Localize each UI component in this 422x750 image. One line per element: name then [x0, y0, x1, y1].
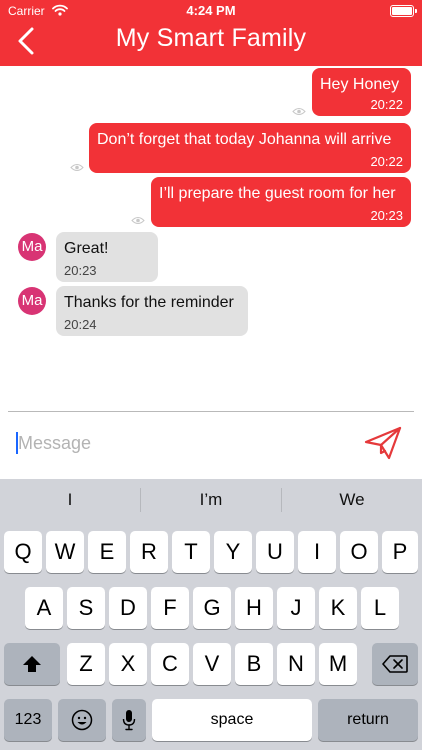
delete-key[interactable] — [372, 643, 418, 685]
avatar[interactable]: Ma — [18, 287, 46, 315]
predictive-bar: I I’m We — [0, 479, 422, 521]
key-h[interactable]: H — [235, 587, 273, 629]
message-text: Great! — [64, 240, 109, 257]
key-n[interactable]: N — [277, 643, 315, 685]
key-d[interactable]: D — [109, 587, 147, 629]
paper-plane-icon — [364, 426, 402, 460]
seen-eye-icon — [292, 108, 306, 115]
key-k[interactable]: K — [319, 587, 357, 629]
key-i[interactable]: I — [298, 531, 336, 573]
page-title: My Smart Family — [115, 24, 307, 52]
chat-thread[interactable]: Hey Honey 20:22 Don’t forget that today … — [0, 66, 422, 410]
message-input[interactable] — [18, 430, 348, 456]
message-bubble-outgoing[interactable]: Don’t forget that today Johanna will arr… — [89, 123, 411, 173]
message-text: Thanks for the reminder — [64, 294, 234, 311]
message-bubble-outgoing[interactable]: I’ll prepare the guest room for her 20:2… — [151, 177, 411, 227]
message-time: 20:22 — [370, 97, 403, 112]
status-bar: Carrier 4:24 PM — [0, 0, 422, 22]
key-e[interactable]: E — [88, 531, 126, 573]
key-u[interactable]: U — [256, 531, 294, 573]
key-f[interactable]: F — [151, 587, 189, 629]
battery-icon — [390, 5, 417, 17]
dictation-key[interactable] — [112, 699, 146, 741]
suggestion-item[interactable]: I — [0, 479, 140, 521]
key-t[interactable]: T — [172, 531, 210, 573]
key-m[interactable]: M — [319, 643, 357, 685]
suggestion-item[interactable]: I’m — [141, 479, 281, 521]
suggestion-item[interactable]: We — [282, 479, 422, 521]
key-v[interactable]: V — [193, 643, 231, 685]
key-g[interactable]: G — [193, 587, 231, 629]
backspace-icon — [382, 655, 408, 673]
space-key[interactable]: space — [152, 699, 312, 741]
key-l[interactable]: L — [361, 587, 399, 629]
numbers-key[interactable]: 123 — [4, 699, 52, 741]
key-w[interactable]: W — [46, 531, 84, 573]
message-text: I’ll prepare the guest room for her — [159, 185, 396, 202]
shift-key[interactable] — [4, 643, 60, 685]
key-o[interactable]: O — [340, 531, 378, 573]
microphone-icon — [122, 710, 136, 731]
message-time: 20:24 — [64, 317, 97, 332]
composer-divider — [8, 411, 414, 412]
message-time: 20:22 — [370, 154, 403, 169]
key-x[interactable]: X — [109, 643, 147, 685]
key-q[interactable]: Q — [4, 531, 42, 573]
avatar[interactable]: Ma — [18, 233, 46, 261]
emoji-key[interactable] — [58, 699, 106, 741]
message-text: Hey Honey — [320, 76, 400, 93]
key-s[interactable]: S — [67, 587, 105, 629]
keyboard: I I’m We Q W E R T Y U I O P A S D F G H… — [0, 479, 422, 750]
key-y[interactable]: Y — [214, 531, 252, 573]
key-r[interactable]: R — [130, 531, 168, 573]
emoji-icon — [71, 709, 93, 731]
key-c[interactable]: C — [151, 643, 189, 685]
key-b[interactable]: B — [235, 643, 273, 685]
status-time: 4:24 PM — [186, 3, 236, 18]
message-time: 20:23 — [370, 208, 403, 223]
send-button[interactable] — [364, 425, 402, 461]
message-bubble-incoming[interactable]: Thanks for the reminder 20:24 — [56, 286, 248, 336]
key-a[interactable]: A — [25, 587, 63, 629]
message-time: 20:23 — [64, 263, 97, 278]
message-bubble-outgoing[interactable]: Hey Honey 20:22 — [312, 68, 411, 116]
message-bubble-incoming[interactable]: Great! 20:23 — [56, 232, 158, 282]
key-j[interactable]: J — [277, 587, 315, 629]
seen-eye-icon — [131, 217, 145, 224]
seen-eye-icon — [70, 164, 84, 171]
shift-arrow-icon — [23, 656, 41, 672]
app-header: Carrier 4:24 PM My Smart Family — [0, 0, 422, 66]
key-p[interactable]: P — [382, 531, 418, 573]
message-text: Don’t forget that today Johanna will arr… — [97, 131, 392, 148]
return-key[interactable]: return — [318, 699, 418, 741]
key-z[interactable]: Z — [67, 643, 105, 685]
